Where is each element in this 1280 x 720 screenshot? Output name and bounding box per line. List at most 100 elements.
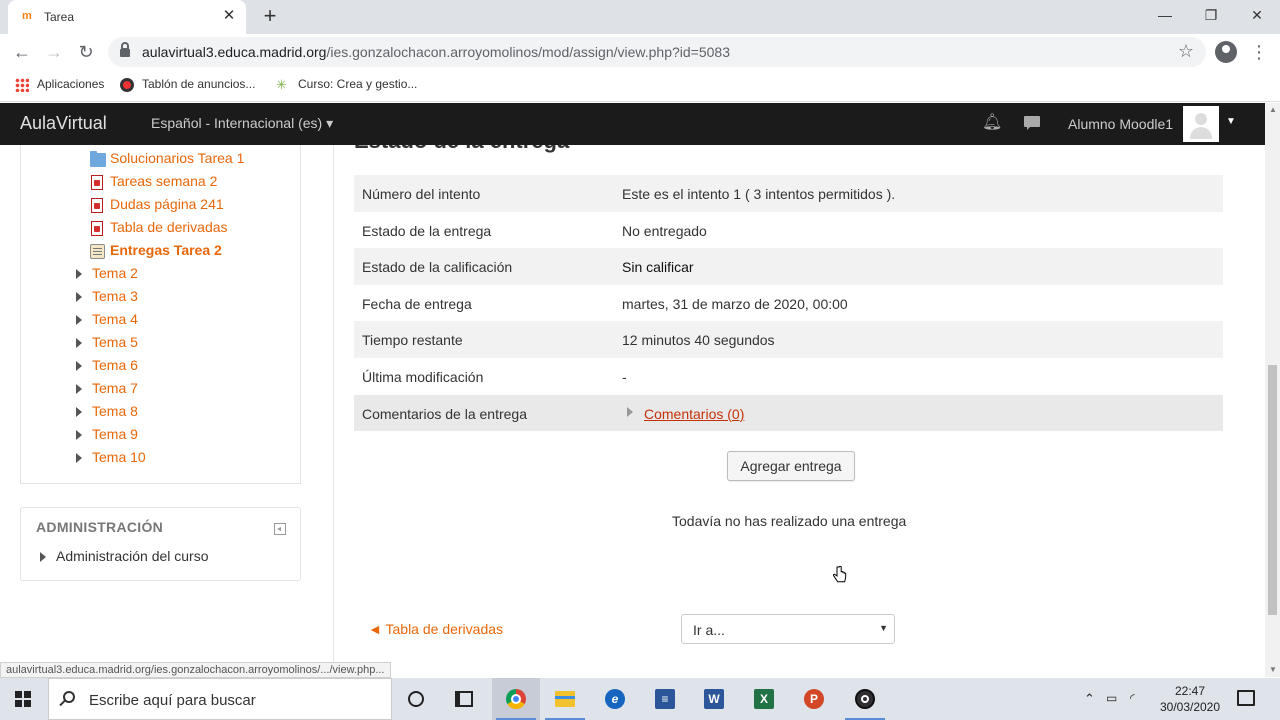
notifications-bell-icon[interactable]: 🔔︎ [982, 114, 1002, 132]
nav-topic-tema-2[interactable]: Tema 2 [92, 265, 138, 281]
minimize-button[interactable]: — [1150, 4, 1180, 26]
reload-button[interactable]: ↻ [74, 40, 98, 64]
nav-topic-tema-3[interactable]: Tema 3 [92, 288, 138, 304]
user-name[interactable]: Alumno Moodle1 [1068, 116, 1173, 132]
obs-icon [855, 689, 875, 709]
table-row: Número del intento Este es el intento 1 … [354, 175, 1223, 212]
left-column: Solucionarios Tarea 1 Tareas semana 2 Du… [0, 145, 334, 662]
submission-status-table: Número del intento Este es el intento 1 … [354, 175, 1223, 432]
scroll-down-icon[interactable]: ▼ [1269, 665, 1277, 674]
task-view-icon [455, 691, 473, 707]
action-center-icon[interactable] [1237, 690, 1255, 706]
assignment-icon [90, 244, 105, 259]
previous-activity-link[interactable]: ◄ Tabla de derivadas [368, 621, 503, 637]
expand-tema-4-icon[interactable] [76, 315, 82, 325]
dropdown-arrow-icon: ▼ [879, 623, 888, 633]
language-menu[interactable]: Español - Internacional (es) ▾ [151, 115, 333, 132]
expand-tema-3-icon[interactable] [76, 292, 82, 302]
taskbar-search[interactable]: Escribe aquí para buscar [48, 678, 392, 720]
nav-topic-tema-4[interactable]: Tema 4 [92, 311, 138, 327]
nav-resource-solucionarios[interactable]: Solucionarios Tarea 1 [110, 150, 244, 166]
task-view-button[interactable] [440, 678, 488, 720]
wifi-icon[interactable]: ◜ [1130, 691, 1135, 705]
expand-tema-2-icon[interactable] [76, 269, 82, 279]
word-icon: W [704, 689, 724, 709]
page-scrollbar[interactable]: ▲ ▼ [1265, 103, 1280, 677]
clock-date: 30/03/2020 [1159, 700, 1221, 714]
expand-tema-5-icon[interactable] [76, 338, 82, 348]
table-row: Fecha de entrega martes, 31 de marzo de … [362, 295, 848, 312]
admin-block-title: ADMINISTRACIÓN [36, 519, 164, 535]
close-tab-icon[interactable]: ✕ [220, 7, 238, 25]
browser-tab[interactable]: m Tarea ✕ [8, 0, 246, 34]
folder-icon [90, 151, 106, 167]
restore-button[interactable]: ❐ [1196, 4, 1226, 26]
messages-icon[interactable] [1022, 114, 1042, 132]
lock-icon [120, 42, 130, 57]
address-bar[interactable]: aulavirtual3.educa.madrid.org/ies.gonzal… [108, 37, 1206, 67]
expand-tema-7-icon[interactable] [76, 384, 82, 394]
taskbar-edge-legacy[interactable]: e [591, 678, 639, 720]
expand-comments-icon[interactable] [627, 406, 633, 417]
taskbar-clock[interactable]: 22:47 30/03/2020 [1150, 683, 1230, 715]
taskbar-app[interactable]: ≡ [641, 678, 689, 720]
nav-topic-tema-6[interactable]: Tema 6 [92, 357, 138, 373]
browser-toolbar: ← → ↻ aulavirtual3.educa.madrid.org/ies.… [0, 34, 1280, 70]
scroll-thumb[interactable] [1268, 365, 1277, 615]
taskbar-obs[interactable] [841, 678, 889, 720]
admin-course-link[interactable]: Administración del curso [56, 548, 209, 564]
expand-tema-10-icon[interactable] [76, 453, 82, 463]
start-button[interactable] [0, 678, 48, 720]
browser-tab-strip: m Tarea ✕ + — ❐ ✕ [0, 0, 1280, 34]
pdf-icon [91, 221, 103, 236]
cortana-button[interactable] [392, 678, 440, 720]
new-tab-button[interactable]: + [259, 4, 281, 28]
file-explorer-icon [555, 691, 575, 707]
windows-taskbar: Escribe aquí para buscar e ≡ W X P ⌃ ▭ ◜… [0, 678, 1280, 720]
bookmark-curso[interactable]: ✳ Curso: Crea y gestio... [276, 77, 417, 92]
taskbar-file-explorer[interactable] [541, 678, 589, 720]
clock-time: 22:47 [1174, 684, 1206, 698]
navigation-block: Solucionarios Tarea 1 Tareas semana 2 Du… [20, 145, 301, 484]
tray-overflow-icon[interactable]: ⌃ [1084, 691, 1095, 707]
taskbar-powerpoint[interactable]: P [790, 678, 838, 720]
browser-menu-icon[interactable]: ⋮ [1250, 41, 1268, 63]
profile-icon[interactable] [1215, 41, 1237, 63]
chrome-icon [506, 689, 526, 709]
expand-tema-6-icon[interactable] [76, 361, 82, 371]
close-window-button[interactable]: ✕ [1242, 4, 1272, 26]
site-navbar: AulaVirtual Español - Internacional (es)… [0, 103, 1265, 145]
site-brand[interactable]: AulaVirtual [20, 113, 107, 134]
jump-to-select[interactable]: Ir a... ▼ [681, 614, 895, 644]
nav-resource-tareas-semana-2[interactable]: Tareas semana 2 [110, 173, 217, 189]
avatar[interactable] [1183, 106, 1219, 142]
nav-topic-tema-8[interactable]: Tema 8 [92, 403, 138, 419]
nav-resource-dudas[interactable]: Dudas página 241 [110, 196, 224, 212]
nav-resource-tabla-derivadas[interactable]: Tabla de derivadas [110, 219, 228, 235]
user-menu-caret-icon[interactable]: ▼ [1226, 116, 1236, 127]
nav-topic-tema-7[interactable]: Tema 7 [92, 380, 138, 396]
forward-button[interactable]: → [42, 40, 66, 64]
bookmark-apps[interactable]: Aplicaciones [15, 77, 104, 92]
nav-topic-tema-10[interactable]: Tema 10 [92, 449, 146, 465]
dock-block-icon[interactable] [274, 523, 286, 535]
scroll-up-icon[interactable]: ▲ [1269, 105, 1277, 114]
taskbar-excel[interactable]: X [740, 678, 788, 720]
expand-tema-9-icon[interactable] [76, 430, 82, 440]
app-icon: ≡ [655, 689, 675, 709]
nav-topic-tema-5[interactable]: Tema 5 [92, 334, 138, 350]
add-submission-button[interactable]: Agregar entrega [727, 451, 855, 481]
taskbar-word[interactable]: W [690, 678, 738, 720]
nav-topic-tema-9[interactable]: Tema 9 [92, 426, 138, 442]
bookmark-tablon[interactable]: Tablón de anuncios... [120, 77, 255, 92]
battery-icon[interactable]: ▭ [1106, 691, 1117, 705]
comments-link[interactable]: Comentarios (0) [644, 406, 744, 422]
bookmark-star-icon[interactable]: ☆ [1178, 41, 1194, 62]
nav-resource-entregas-current[interactable]: Entregas Tarea 2 [110, 242, 222, 258]
page-title: Estado de la entrega [354, 145, 569, 154]
expand-admin-icon[interactable] [40, 552, 46, 562]
expand-tema-8-icon[interactable] [76, 407, 82, 417]
bookmarks-bar: Aplicaciones Tablón de anuncios... ✳ Curs… [0, 70, 1280, 102]
taskbar-chrome[interactable] [492, 678, 540, 720]
back-button[interactable]: ← [10, 40, 34, 64]
